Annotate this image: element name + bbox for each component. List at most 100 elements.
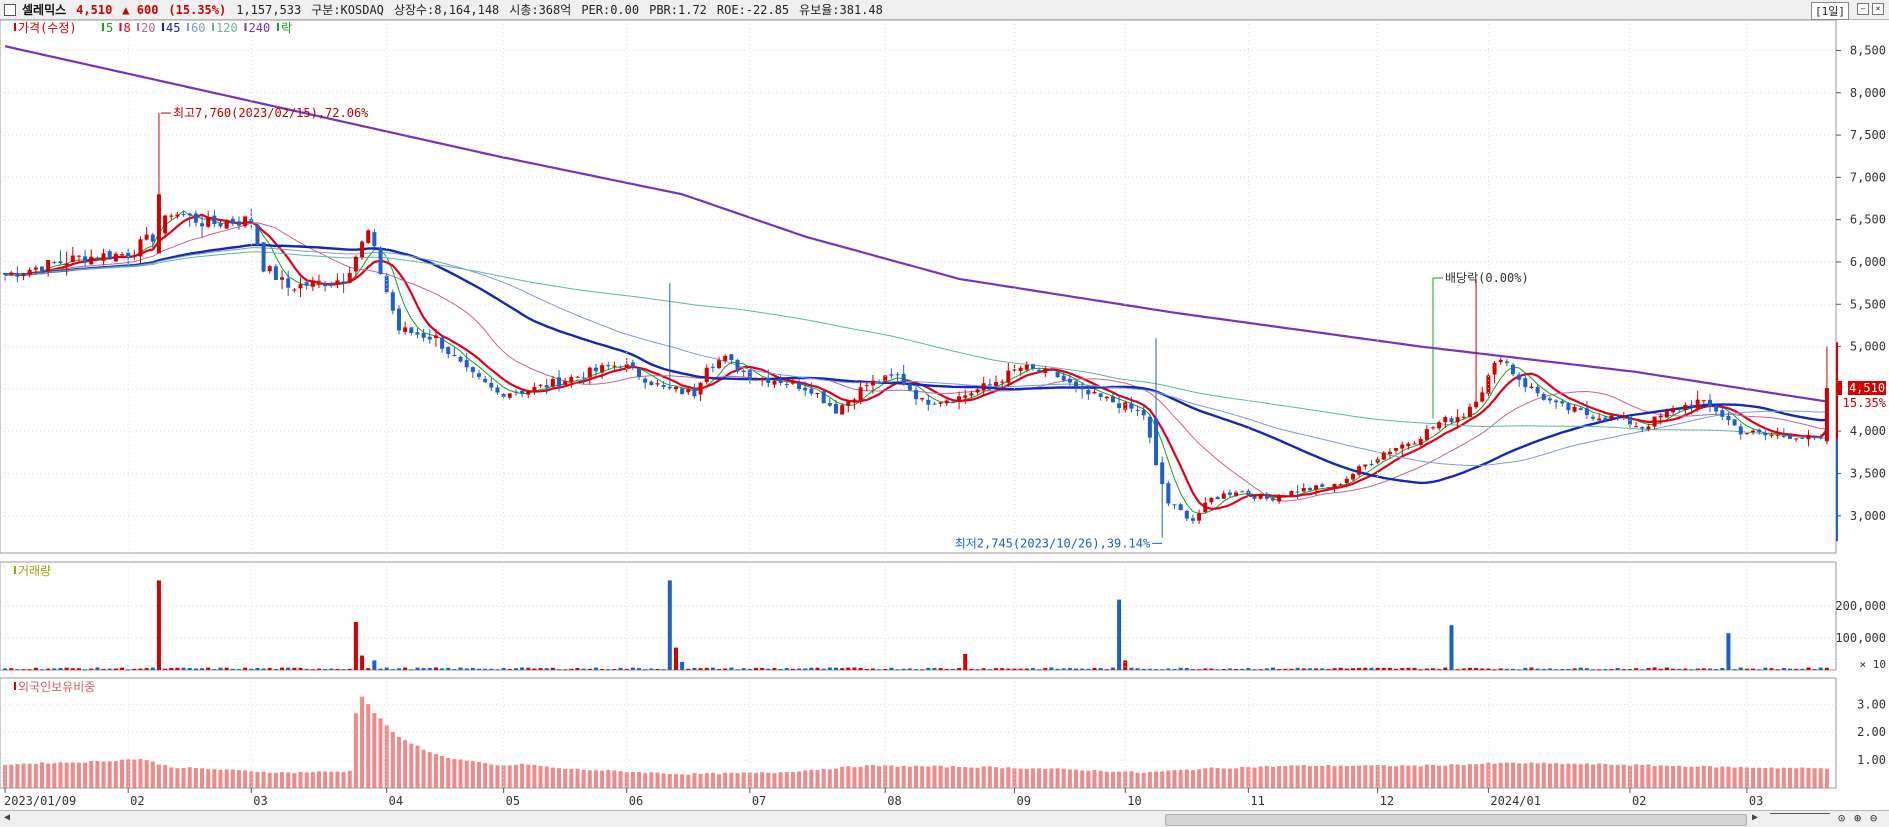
candle-body <box>1018 367 1023 371</box>
candle-body <box>1517 374 1522 380</box>
volume-bar <box>1566 668 1571 670</box>
legend-item[interactable]: 가격(수정) <box>18 21 77 35</box>
legend-item[interactable]: 60 <box>191 21 205 35</box>
period-selector[interactable]: [1일] <box>1811 2 1849 20</box>
foreign-ratio-bar <box>464 760 469 788</box>
candle-body <box>1498 359 1503 363</box>
candle[interactable] <box>1732 419 1737 427</box>
candle-body <box>1074 381 1079 387</box>
candle-body <box>458 356 463 362</box>
scroll-thumb[interactable] <box>1165 814 1747 826</box>
zoom-slider[interactable] <box>1770 813 1830 815</box>
volume-bar <box>606 669 611 671</box>
foreign-legend[interactable]: 외국인보유비중 <box>18 680 95 694</box>
candle-body <box>1332 483 1337 489</box>
candle[interactable] <box>1166 480 1171 507</box>
legend-item[interactable]: 락 <box>281 21 292 35</box>
stock-chart[interactable]: 3,0003,5004,0004,5005,0005,5006,0006,500… <box>0 20 1889 810</box>
candle-body <box>403 327 408 332</box>
foreign-ratio-bar <box>1621 764 1626 788</box>
volume-bar <box>464 668 469 670</box>
foreign-ratio-bar <box>495 765 500 788</box>
chart-scrollbar[interactable]: ◀ ▶ ⊙ ⊕ ⊖ <box>0 810 1889 827</box>
candle-body <box>1732 419 1737 426</box>
candle[interactable] <box>396 305 401 335</box>
candle[interactable] <box>243 215 248 228</box>
foreign-ratio-bar <box>3 764 8 788</box>
foreign-ratio-bar <box>1006 767 1011 788</box>
volume-bar <box>132 668 137 670</box>
scroll-right-icon[interactable]: ▶ <box>1752 812 1758 823</box>
candle[interactable] <box>366 229 371 244</box>
volume-legend[interactable]: 거래량 <box>18 564 51 578</box>
legend-item[interactable]: 5 <box>106 21 113 35</box>
volume-bar <box>433 667 438 670</box>
candle[interactable] <box>40 265 45 272</box>
zoom-out-icon[interactable]: ⊖ <box>1870 811 1877 825</box>
legend-item[interactable]: 8 <box>124 21 131 35</box>
candle-body <box>661 385 666 387</box>
candle[interactable] <box>255 223 260 247</box>
foreign-ratio-bar <box>70 762 75 788</box>
candle[interactable] <box>1289 490 1294 498</box>
foreign-ratio-bar <box>950 765 955 788</box>
candle-body <box>1197 513 1202 521</box>
candle-body <box>341 281 346 284</box>
candle[interactable] <box>378 246 383 275</box>
candle-body <box>710 366 715 368</box>
legend-item[interactable]: 120 <box>216 21 238 35</box>
foreign-ratio-bar <box>1775 768 1780 788</box>
candle[interactable] <box>680 387 685 395</box>
scroll-left-icon[interactable]: ◀ <box>4 812 10 823</box>
foreign-ratio-bar <box>249 771 254 788</box>
candle-body <box>1677 408 1682 410</box>
volume-bar <box>932 667 937 670</box>
volume-bar <box>1184 668 1189 670</box>
volume-bar <box>1732 669 1737 671</box>
candle[interactable] <box>360 240 365 260</box>
volume-bar <box>735 669 740 671</box>
candle-body <box>975 389 980 393</box>
foreign-ratio-bar <box>273 772 278 788</box>
candle-body <box>907 383 912 391</box>
zoom-in-icon[interactable]: ⊕ <box>1854 811 1861 825</box>
candle-body <box>963 395 968 398</box>
foreign-ratio-bar <box>1787 767 1792 788</box>
candle-body <box>144 234 149 240</box>
volume-bar <box>1129 667 1134 670</box>
per-value: PER:0.00 <box>581 2 640 17</box>
candle[interactable] <box>821 390 826 404</box>
foreign-ratio-bar <box>1104 771 1109 788</box>
volume-bar <box>446 667 451 670</box>
volume-bar <box>1147 668 1152 670</box>
candle[interactable] <box>261 242 266 273</box>
candle-body <box>433 335 438 338</box>
volume-bar <box>1615 667 1620 670</box>
volume-bar <box>673 647 678 670</box>
volume-bar <box>477 668 482 670</box>
foreign-ratio-bar <box>1375 764 1380 788</box>
candle-body <box>446 346 451 355</box>
close-icon[interactable]: × <box>1872 3 1884 15</box>
volume-bar <box>1800 668 1805 670</box>
volume-bar <box>280 667 285 670</box>
foreign-ratio-bar <box>52 763 57 788</box>
chart-checkbox[interactable] <box>4 3 16 16</box>
candle-body <box>821 391 826 404</box>
minimize-icon[interactable]: – <box>1857 3 1869 15</box>
stock-header-bar: 셀레믹스 4,510 ▲ 600 (15.35%) 1,157,533 구분:K… <box>0 0 1889 20</box>
candle[interactable] <box>390 289 395 315</box>
zoom-reset-icon[interactable]: ⊙ <box>1838 811 1845 825</box>
legend-item[interactable]: 45 <box>166 21 180 35</box>
candle[interactable] <box>273 263 278 281</box>
foreign-ratio-bar <box>1474 764 1479 788</box>
foreign-ratio-bar <box>1603 763 1608 788</box>
volume-bar <box>1609 669 1614 671</box>
candle-body <box>150 234 155 242</box>
volume-bar <box>1338 667 1343 670</box>
candle-body <box>698 382 703 395</box>
candle-body <box>1437 422 1442 429</box>
legend-item[interactable]: 20 <box>141 21 155 35</box>
foreign-ratio-bar <box>489 764 494 788</box>
candle-body <box>520 390 525 393</box>
